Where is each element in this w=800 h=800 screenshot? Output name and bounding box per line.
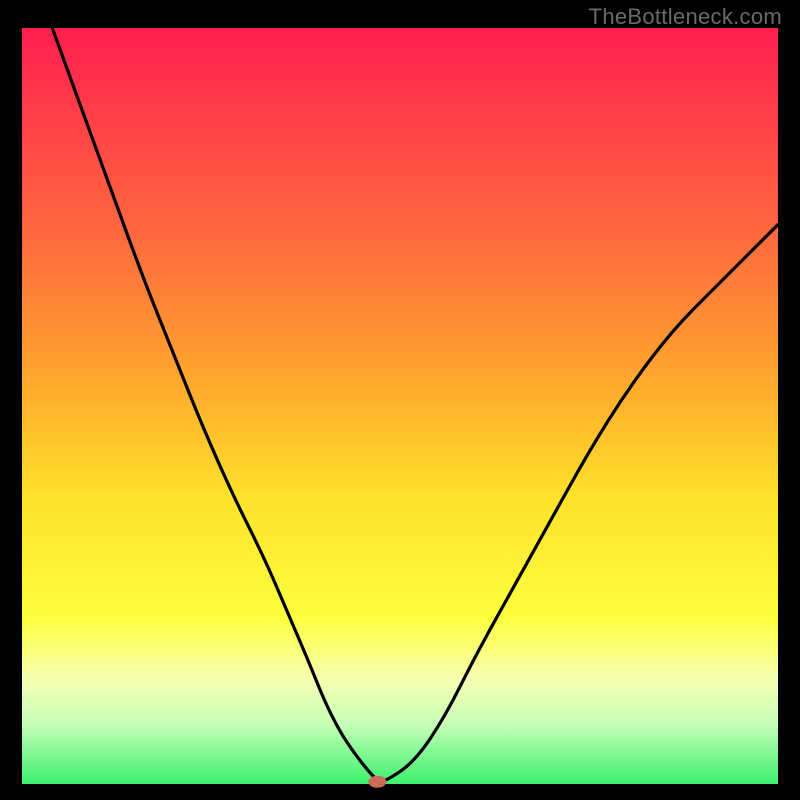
plot-area [22,28,778,784]
bottleneck-curve [52,28,778,781]
minimum-marker [368,776,386,788]
chart-frame: TheBottleneck.com [0,0,800,800]
curve-svg [22,28,778,784]
watermark-text: TheBottleneck.com [589,4,782,30]
